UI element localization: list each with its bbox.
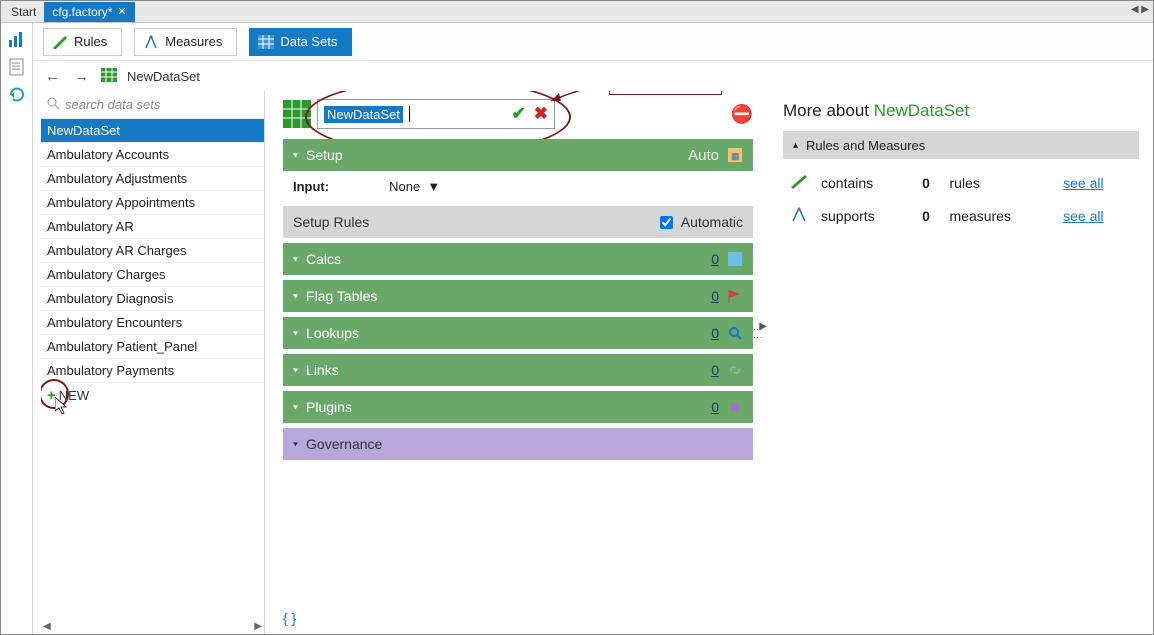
automatic-checkbox[interactable] [660,216,673,229]
grid-icon [258,35,274,49]
chevron-down-icon: ▾ [293,329,298,338]
chart-icon[interactable] [7,29,27,49]
grid-icon [101,68,117,84]
document-icon[interactable] [7,57,27,77]
new-dataset-button[interactable]: + NEW [41,383,264,408]
rules-measures-table: contains 0 rules see all supports 0 meas… [783,165,1139,233]
list-item[interactable]: Ambulatory AR Charges [41,239,264,263]
plugin-icon [727,399,743,415]
table-row: supports 0 measures see all [785,200,1137,231]
toolbar: Rules Measures Data Sets [33,23,1153,61]
info-title: More about NewDataSet [783,101,1139,121]
section-setup[interactable]: ▾ Setup Auto ▦ [283,139,753,171]
close-icon[interactable]: ✕ [117,7,126,18]
link-icon [727,362,743,378]
section-links[interactable]: ▾ Links 0 [283,354,753,386]
chevron-down-icon: ▾ [293,403,298,412]
ruler-icon [52,35,68,49]
dataset-list-panel: search data sets NewDataSet Ambulatory A… [41,91,265,634]
compass-icon [143,35,159,49]
compass-icon [789,206,811,224]
section-governance[interactable]: ▾ Governance [283,428,753,460]
datasets-button[interactable]: Data Sets [249,28,352,56]
svg-text:▦: ▦ [731,151,740,161]
chevron-down-icon: ▾ [293,255,298,264]
chevron-down-icon: ▾ [293,151,298,160]
chevron-down-icon: ▾ [293,440,298,449]
auto-icon: ▦ [727,147,743,163]
back-arrow-icon[interactable]: ← [43,68,62,85]
collapse-right-icon[interactable]: ▶ [759,321,767,332]
refresh-icon[interactable] [7,85,27,105]
section-flag-tables[interactable]: ▾ Flag Tables 0 [283,280,753,312]
tabs-bar: Start cfg.factory* ✕ ◀ ▶ [1,1,1153,23]
ruler-icon [789,173,811,191]
see-all-rules-link[interactable]: see all [1063,175,1103,191]
section-calcs[interactable]: ▾ Calcs 0 [283,243,753,275]
search-input[interactable]: search data sets [41,91,264,119]
left-rail [1,23,33,634]
tab-cfg-factory[interactable]: cfg.factory* ✕ [44,2,134,22]
section-lookups[interactable]: ▾ Lookups 0 ⋮⋮ [283,317,753,349]
dataset-list: NewDataSet Ambulatory Accounts Ambulator… [41,119,264,618]
section-setup-rules[interactable]: Setup Rules Automatic [283,206,753,238]
calcs-icon [727,251,743,267]
chevron-down-icon: ▾ [293,366,298,375]
input-row: Input: None ▼ [283,171,753,201]
info-panel: More about NewDataSet ▴ Rules and Measur… [769,91,1153,634]
error-icon[interactable]: ⛔ [731,104,753,125]
tabs-nav[interactable]: ◀ ▶ [1131,4,1149,15]
measures-button[interactable]: Measures [134,28,237,56]
rules-button[interactable]: Rules [43,28,122,56]
list-item[interactable]: Ambulatory Diagnosis [41,287,264,311]
list-item[interactable]: Ambulatory Patient_Panel [41,335,264,359]
editor-panel: ◀ NewDataSet ✔ ✖ ⛔ [265,91,769,634]
info-section-rules-measures[interactable]: ▴ Rules and Measures [783,131,1139,159]
list-item[interactable]: Ambulatory Payments [41,359,264,383]
search-icon [727,325,743,341]
input-dropdown[interactable]: None ▼ [389,179,440,194]
list-item[interactable]: Ambulatory Appointments [41,191,264,215]
cursor-icon [55,397,69,418]
table-row: contains 0 rules see all [785,167,1137,198]
search-icon [47,97,60,113]
tab-start[interactable]: Start [3,2,44,22]
annotation-arrow [543,91,613,109]
list-item[interactable]: Ambulatory Accounts [41,143,264,167]
see-all-measures-link[interactable]: see all [1063,208,1103,224]
breadcrumb: NewDataSet [127,69,200,84]
chevron-down-icon: ▾ [293,292,298,301]
flag-icon [727,288,743,304]
annotation-callout: Edit box for the data set name [609,91,722,95]
list-item[interactable]: Ambulatory Charges [41,263,264,287]
breadcrumb-bar: ← → NewDataSet [33,61,1153,91]
forward-arrow-icon[interactable]: → [72,68,91,85]
list-item[interactable]: Ambulatory Adjustments [41,167,264,191]
section-plugins[interactable]: ▾ Plugins 0 [283,391,753,423]
braces-icon[interactable]: { } [283,610,296,626]
list-item[interactable]: Ambulatory AR [41,215,264,239]
horizontal-scrollbar[interactable]: ◀▶ [41,618,264,634]
list-item[interactable]: NewDataSet [41,119,264,143]
chevron-up-icon: ▴ [793,140,798,151]
list-item[interactable]: Ambulatory Encounters [41,311,264,335]
